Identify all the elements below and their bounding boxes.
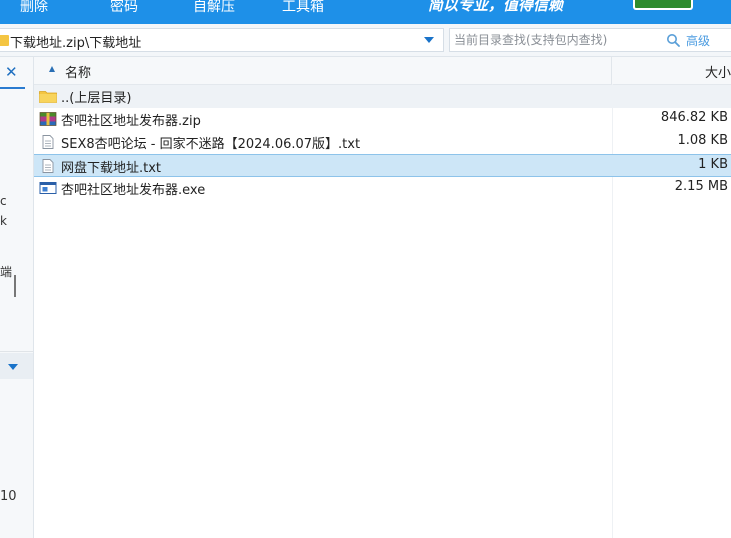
list-item-file[interactable]: 杏吧社区地址发布器.zip 846.82 KB	[34, 108, 731, 131]
close-icon[interactable]: ✕	[5, 63, 18, 81]
address-bar[interactable]: 下载地址.zip\下载地址	[0, 28, 444, 52]
self-extract-button[interactable]: 自解压	[193, 0, 235, 16]
search-input[interactable]	[454, 31, 654, 49]
password-button[interactable]: 密码	[110, 0, 138, 16]
left-panel: ✕ c k 端 10	[0, 57, 34, 538]
delete-button[interactable]: 删除	[20, 0, 48, 16]
file-name: 网盘下载地址.txt	[61, 161, 162, 176]
toolbox-button[interactable]: 工具箱	[282, 0, 324, 16]
column-header: 名称 大小	[34, 57, 731, 85]
promo-badge-icon[interactable]	[633, 0, 693, 10]
zip-archive-icon	[39, 112, 57, 126]
file-name: ..(上层目录)	[61, 91, 132, 106]
left-panel-top: ✕ c k 端	[0, 57, 33, 352]
left-text-fragment: 端	[0, 265, 13, 279]
advanced-search-link[interactable]: 高级	[686, 32, 710, 49]
file-size: 2.15 MB	[674, 179, 728, 194]
file-name: 杏吧社区地址发布器.zip	[61, 114, 201, 129]
promo-slogan: 简以专业，值得信赖	[428, 0, 564, 14]
text-file-icon	[42, 135, 54, 149]
folder-icon	[0, 35, 9, 46]
file-size: 846.82 KB	[660, 110, 728, 125]
list-item-file-selected[interactable]: 网盘下载地址.txt 1 KB	[34, 154, 731, 177]
column-name-header[interactable]: 名称	[34, 57, 612, 84]
address-dropdown-icon[interactable]	[424, 37, 434, 43]
left-scrollbar[interactable]	[14, 275, 16, 297]
panel-divider	[0, 87, 25, 89]
file-list: 名称 大小 ..(上层目录) 杏吧社区地址发布器.zip 846.82 KB S…	[34, 57, 731, 538]
column-name-label: 名称	[65, 66, 92, 81]
left-text-fragment: k	[0, 214, 7, 228]
left-text-fragment: c	[0, 194, 7, 208]
list-item-parent-dir[interactable]: ..(上层目录)	[34, 85, 731, 108]
top-toolbar: 删除 密码 自解压 工具箱 简以专业，值得信赖	[0, 0, 731, 24]
exe-file-icon	[39, 182, 57, 194]
file-name: SEX8杏吧论坛 - 回家不迷路【2024.06.07版】.txt	[61, 137, 361, 152]
column-size-header[interactable]: 大小	[705, 62, 731, 81]
file-size: 1 KB	[698, 157, 728, 172]
folder-up-icon	[39, 91, 57, 103]
file-size: 1.08 KB	[677, 133, 728, 148]
sort-ascending-icon	[49, 66, 55, 72]
chevron-down-icon[interactable]	[8, 364, 18, 370]
address-path: 下载地址.zip\下载地址	[10, 36, 142, 51]
search-box: 高级	[449, 28, 731, 52]
left-number: 10	[0, 489, 17, 504]
file-name: 杏吧社区地址发布器.exe	[61, 183, 206, 198]
text-file-icon	[42, 159, 54, 173]
left-panel-header[interactable]	[0, 353, 33, 379]
address-row: 下载地址.zip\下载地址 高级	[0, 24, 731, 57]
list-item-file[interactable]: 杏吧社区地址发布器.exe 2.15 MB	[34, 177, 731, 200]
search-icon[interactable]	[666, 33, 680, 47]
list-item-file[interactable]: SEX8杏吧论坛 - 回家不迷路【2024.06.07版】.txt 1.08 K…	[34, 131, 731, 154]
